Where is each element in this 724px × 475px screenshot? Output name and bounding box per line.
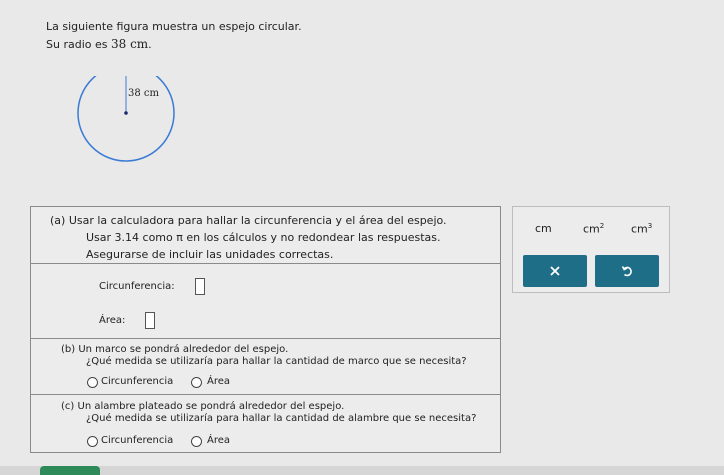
part-b-line1: (b) Un marco se pondrá alrededor del esp… xyxy=(61,344,289,355)
intro-prefix: Su radio es xyxy=(46,38,111,51)
clear-button[interactable] xyxy=(523,255,587,287)
part-c-option-area-radio[interactable] xyxy=(191,436,202,447)
part-b-option-circunferencia-label: Circunferencia xyxy=(101,376,174,387)
part-b-line2: ¿Qué medida se utilizaría para hallar la… xyxy=(86,356,467,367)
part-c-line1: (c) Un alambre plateado se pondrá alrede… xyxy=(61,401,345,412)
circumference-input[interactable] xyxy=(195,278,205,295)
undo-icon xyxy=(621,265,632,276)
center-dot xyxy=(124,111,128,115)
intro-suffix: . xyxy=(148,38,152,51)
part-c-option-area-label: Área xyxy=(207,435,231,446)
progress-accent xyxy=(40,466,100,475)
unit-cm3-button[interactable]: cm3 xyxy=(631,222,652,236)
part-b-option-area-radio[interactable] xyxy=(191,377,202,388)
part-c-option-circunferencia-radio[interactable] xyxy=(87,436,98,447)
mirror-circle-figure: 38 cm xyxy=(77,76,175,162)
part-b-option-area-label: Área xyxy=(207,376,231,387)
part-b-option-circunferencia-radio[interactable] xyxy=(87,377,98,388)
intro-line-2: Su radio es 38 cm. xyxy=(46,37,152,51)
separator xyxy=(31,394,500,395)
separator xyxy=(31,263,500,264)
radius-value: 38 cm xyxy=(110,37,149,51)
unit-palette: cm cm2 cm3 xyxy=(512,206,670,293)
unit-cm-button[interactable]: cm xyxy=(535,222,552,235)
bottom-bar xyxy=(0,466,724,475)
radius-label: 38 cm xyxy=(128,88,160,99)
circumference-label: Circunferencia: xyxy=(99,281,175,292)
intro-line-1: La siguiente figura muestra un espejo ci… xyxy=(46,20,302,33)
area-input[interactable] xyxy=(145,312,155,329)
part-a-line2: Usar 3.14 como π en los cálculos y no re… xyxy=(86,231,441,244)
unit-cm2-button[interactable]: cm2 xyxy=(583,222,604,236)
part-c-option-circunferencia-label: Circunferencia xyxy=(101,435,174,446)
separator xyxy=(31,338,500,339)
close-icon xyxy=(550,266,560,276)
undo-button[interactable] xyxy=(595,255,659,287)
part-c-line2: ¿Qué medida se utilizaría para hallar la… xyxy=(86,413,477,424)
part-a-line3: Asegurarse de incluir las unidades corre… xyxy=(86,248,334,261)
area-label: Área: xyxy=(99,315,126,326)
question-box: (a) Usar la calculadora para hallar la c… xyxy=(30,206,501,453)
part-a-line1: (a) Usar la calculadora para hallar la c… xyxy=(50,214,447,227)
